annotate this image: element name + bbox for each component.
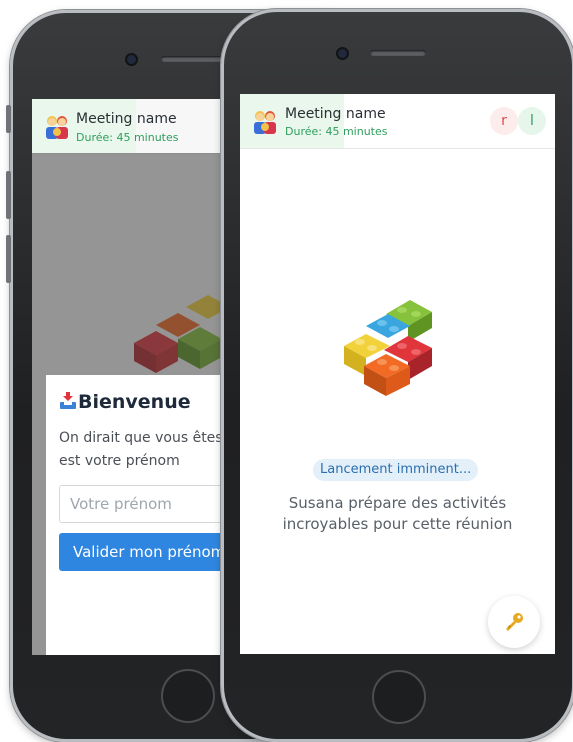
- volume-up-button: [6, 171, 11, 219]
- key-button[interactable]: [488, 596, 540, 648]
- front-phone-frame: Meeting name Durée: 45 minutes r l Lance…: [221, 9, 573, 742]
- family-icon: [46, 116, 68, 139]
- meeting-duration: Durée: 45 minutes: [76, 131, 179, 144]
- launch-message-line-1: Susana prépare des activités: [288, 494, 507, 512]
- modal-title: Bienvenue: [78, 391, 191, 413]
- launch-message: Susana prépare des activités incroyables…: [240, 493, 555, 535]
- volume-down-button: [6, 235, 11, 283]
- home-button: [161, 669, 215, 723]
- front-camera: [125, 53, 138, 66]
- meeting-name: Meeting name: [76, 111, 177, 127]
- earpiece: [370, 50, 426, 56]
- participant-avatar-r[interactable]: r: [490, 107, 518, 135]
- lego-bricks-illustration: [344, 300, 432, 396]
- meeting-header: Meeting name Durée: 45 minutes r l: [240, 94, 555, 149]
- family-icon: [254, 111, 276, 134]
- meeting-name: Meeting name: [285, 106, 386, 122]
- home-button: [372, 670, 426, 724]
- launch-message-line-2: incroyables pour cette réunion: [282, 515, 513, 533]
- key-icon: [506, 613, 523, 631]
- launch-status-badge: Lancement imminent...: [313, 459, 479, 481]
- front-phone-screen: Meeting name Durée: 45 minutes r l Lance…: [240, 94, 555, 654]
- mute-switch: [6, 105, 11, 133]
- meeting-duration: Durée: 45 minutes: [285, 125, 388, 138]
- inbox-tray-icon: [60, 392, 76, 409]
- front-camera: [336, 47, 349, 60]
- participant-avatar-l[interactable]: l: [518, 107, 546, 135]
